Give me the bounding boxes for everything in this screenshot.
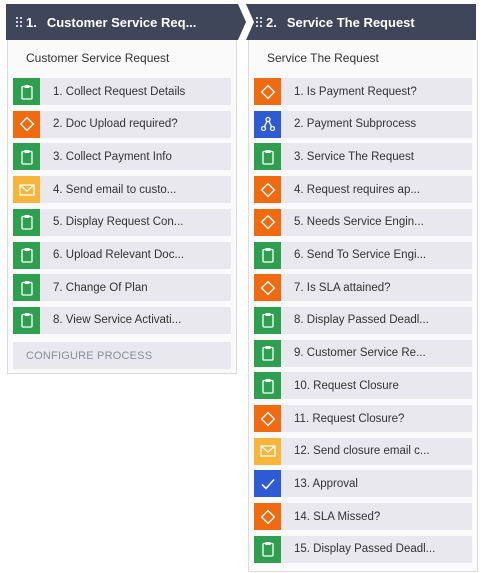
step-label: 4. Send email to custo... <box>53 183 177 196</box>
clipboard-icon <box>13 78 40 105</box>
stage-2-header[interactable]: 2. Service The Request <box>246 4 476 40</box>
step-item[interactable]: 2. Payment Subprocess <box>254 110 472 138</box>
stage-2-process-panel: Service The Request 1. Is Payment Reques… <box>248 40 478 572</box>
process-title[interactable]: Customer Service Request <box>8 40 236 76</box>
process-title[interactable]: Service The Request <box>249 40 477 76</box>
diamond-icon <box>254 503 281 531</box>
step-item[interactable]: 8. View Service Activati... <box>13 306 231 334</box>
step-item[interactable]: 6. Upload Relevant Doc... <box>13 241 231 269</box>
step-label: 9. Customer Service Re... <box>294 347 426 360</box>
diamond-icon <box>254 208 281 236</box>
clipboard-icon <box>254 535 281 563</box>
step-label: 13. Approval <box>294 477 358 490</box>
step-label: 14. SLA Missed? <box>294 510 381 523</box>
step-label: 8. View Service Activati... <box>53 314 182 327</box>
step-label: 6. Upload Relevant Doc... <box>53 249 185 261</box>
step-item[interactable]: 1. Is Payment Request? <box>254 78 472 105</box>
envelope-icon <box>254 437 281 465</box>
step-label: 5. Needs Service Engin... <box>294 216 424 229</box>
step-item[interactable]: 1. Collect Request Details <box>13 78 231 105</box>
step-label: 8. Display Passed Deadl... <box>294 314 429 327</box>
clipboard-icon <box>254 143 281 171</box>
step-label: 2. Payment Subprocess <box>294 118 417 131</box>
stage-number: 2. <box>266 14 277 30</box>
clipboard-icon <box>13 143 40 171</box>
stage-title: Service The Request <box>286 14 415 30</box>
envelope-icon <box>13 176 40 204</box>
step-item[interactable]: 15. Display Passed Deadl... <box>254 535 472 563</box>
step-item[interactable]: 11. Request Closure? <box>254 405 472 432</box>
diamond-icon <box>254 274 281 302</box>
step-label: 6. Send To Service Engi... <box>294 249 427 261</box>
step-label: 1. Collect Request Details <box>53 85 186 98</box>
diamond-icon <box>254 405 281 432</box>
step-item[interactable]: 12. Send closure email c... <box>254 437 472 465</box>
stage-title: Customer Service Req... <box>46 14 197 30</box>
drag-handle-icon[interactable] <box>256 17 262 27</box>
step-item[interactable]: 6. Send To Service Engi... <box>254 241 472 269</box>
step-item[interactable]: 8. Display Passed Deadl... <box>254 306 472 334</box>
checkmark-icon <box>254 470 281 498</box>
clipboard-icon <box>13 274 40 302</box>
step-item[interactable]: 7. Change Of Plan <box>13 274 231 302</box>
drag-handle-icon[interactable] <box>16 17 22 27</box>
step-label: 4. Request requires ap... <box>294 183 420 196</box>
subprocess-icon <box>254 110 281 138</box>
step-item[interactable]: 9. Customer Service Re... <box>254 339 472 367</box>
step-item[interactable]: 13. Approval <box>254 470 472 498</box>
clipboard-icon <box>13 306 40 334</box>
step-label: 15. Display Passed Deadl... <box>294 543 436 556</box>
step-label: 3. Collect Payment Info <box>53 150 172 163</box>
diamond-icon <box>254 78 281 105</box>
diamond-icon <box>254 176 281 204</box>
stage-number: 1. <box>26 14 37 30</box>
clipboard-icon <box>13 208 40 236</box>
step-item[interactable]: 4. Request requires ap... <box>254 176 472 204</box>
step-item[interactable]: 5. Display Request Con... <box>13 208 231 236</box>
clipboard-icon <box>13 241 40 269</box>
stage-1-process-panel: Customer Service Request 1. Collect Requ… <box>7 40 237 374</box>
step-item[interactable]: 7. Is SLA attained? <box>254 274 472 302</box>
step-item[interactable]: 3. Service The Request <box>254 143 472 171</box>
stage-1-header[interactable]: 1. Customer Service Req... <box>6 4 246 40</box>
step-label: 5. Display Request Con... <box>53 216 184 229</box>
step-label: 10. Request Closure <box>294 379 399 392</box>
configure-process-button[interactable]: CONFIGURE PROCESS <box>13 342 231 369</box>
step-label: 7. Change Of Plan <box>53 281 148 294</box>
step-label: 11. Request Closure? <box>294 412 405 425</box>
step-item[interactable]: 14. SLA Missed? <box>254 503 472 531</box>
step-label: 12. Send closure email c... <box>294 445 430 458</box>
clipboard-icon <box>254 339 281 367</box>
step-item[interactable]: 10. Request Closure <box>254 372 472 400</box>
clipboard-icon <box>254 241 281 269</box>
step-label: 7. Is SLA attained? <box>294 281 391 294</box>
step-label: 1. Is Payment Request? <box>294 85 417 98</box>
step-item[interactable]: 5. Needs Service Engin... <box>254 208 472 236</box>
step-item[interactable]: 3. Collect Payment Info <box>13 143 231 171</box>
clipboard-icon <box>254 372 281 400</box>
step-label: 3. Service The Request <box>294 150 414 163</box>
step-label: 2. Doc Upload required? <box>53 118 178 131</box>
clipboard-icon <box>254 306 281 334</box>
step-item[interactable]: 4. Send email to custo... <box>13 176 231 204</box>
step-item[interactable]: 2. Doc Upload required? <box>13 110 231 138</box>
diamond-icon <box>13 110 40 138</box>
